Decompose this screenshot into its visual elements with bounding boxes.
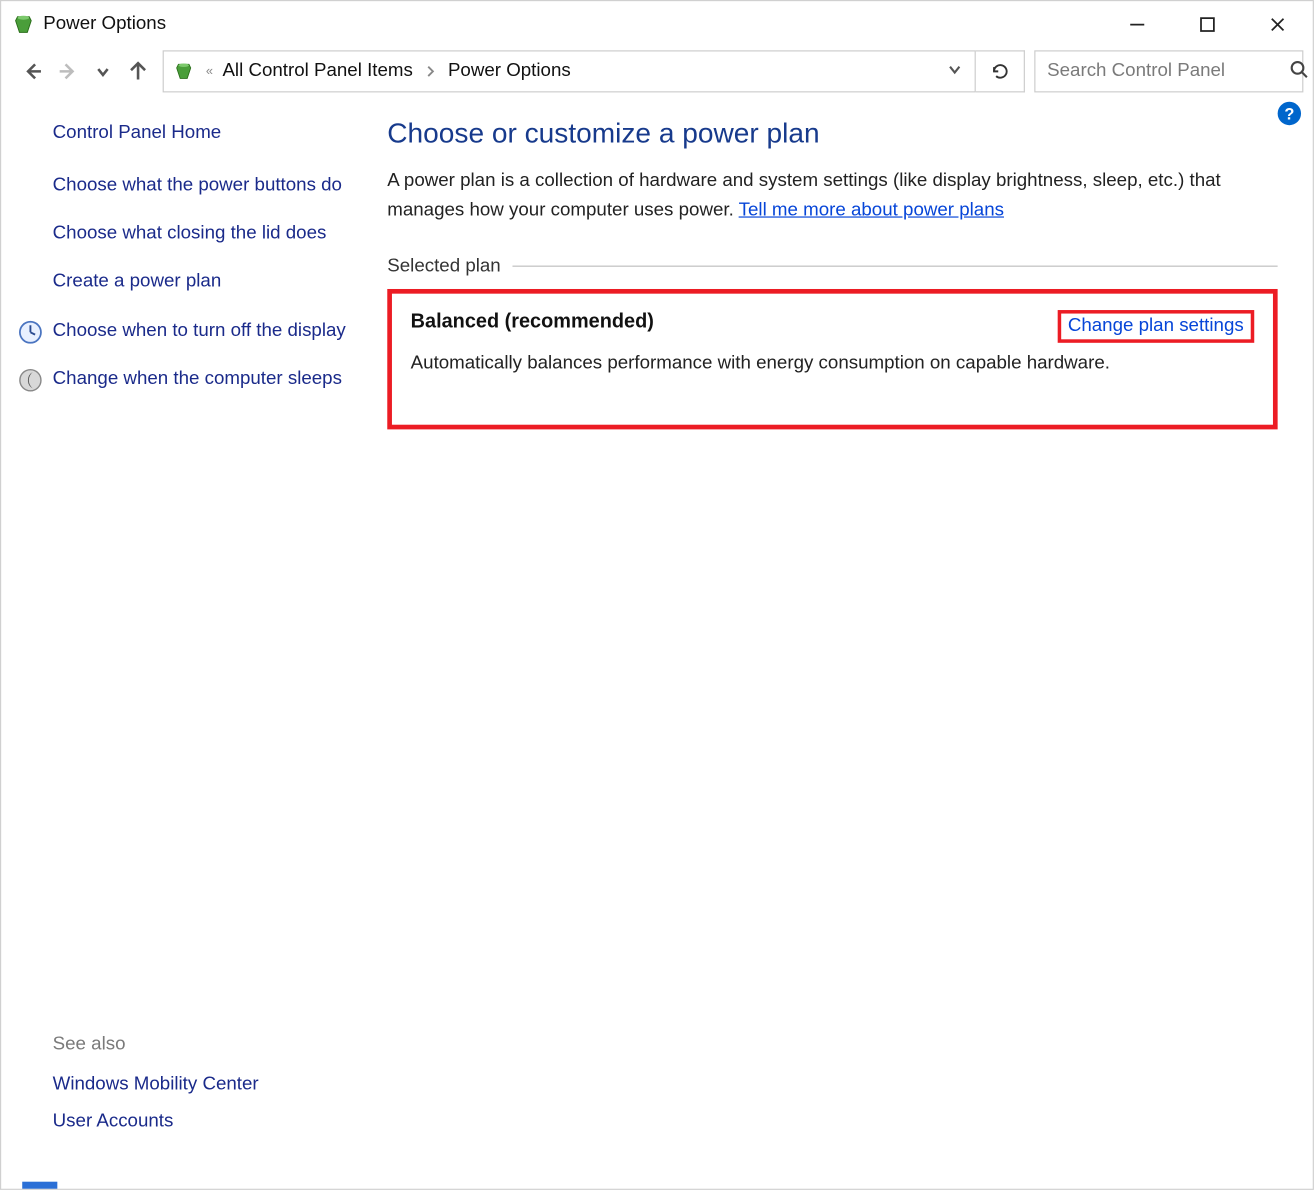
moon-icon bbox=[18, 367, 44, 393]
minimize-button[interactable] bbox=[1102, 1, 1172, 48]
control-panel-home-link[interactable]: Control Panel Home bbox=[53, 123, 353, 144]
search-box[interactable] bbox=[1034, 50, 1303, 92]
page-heading: Choose or customize a power plan bbox=[387, 118, 1277, 151]
close-button[interactable] bbox=[1243, 1, 1313, 48]
nav-up-button[interactable] bbox=[123, 56, 153, 86]
breadcrumb-item[interactable]: All Control Panel Items bbox=[222, 61, 412, 82]
help-button[interactable]: ? bbox=[1278, 102, 1301, 125]
selected-plan-box: Balanced (recommended) Change plan setti… bbox=[387, 289, 1277, 429]
nav-bar: « All Control Panel Items Power Options bbox=[1, 48, 1313, 95]
see-also-user-accounts[interactable]: User Accounts bbox=[53, 1112, 353, 1133]
tell-me-more-link[interactable]: Tell me more about power plans bbox=[739, 200, 1004, 220]
taskbar-fragment bbox=[22, 1182, 57, 1189]
address-bar[interactable]: « All Control Panel Items Power Options bbox=[163, 50, 976, 92]
sidebar-link-computer-sleeps[interactable]: Change when the computer sleeps bbox=[53, 365, 353, 392]
see-also-label: See also bbox=[53, 1034, 353, 1055]
sidebar-link-turn-off-display[interactable]: Choose when to turn off the display bbox=[53, 317, 353, 344]
sidebar-link-power-buttons[interactable]: Choose what the power buttons do bbox=[53, 172, 353, 199]
window-title: Power Options bbox=[43, 14, 166, 35]
sidebar-link-closing-lid[interactable]: Choose what closing the lid does bbox=[53, 220, 353, 247]
clock-icon bbox=[18, 319, 44, 345]
nav-history-dropdown[interactable] bbox=[88, 56, 118, 86]
power-options-icon bbox=[171, 58, 197, 84]
page-description: A power plan is a collection of hardware… bbox=[387, 167, 1277, 225]
main-content: Choose or customize a power plan A power… bbox=[364, 106, 1313, 1188]
search-icon[interactable] bbox=[1289, 60, 1308, 83]
change-plan-settings-link[interactable]: Change plan settings bbox=[1057, 310, 1254, 343]
breadcrumb-overflow-icon[interactable]: « bbox=[206, 64, 213, 78]
title-bar: Power Options bbox=[1, 1, 1313, 48]
plan-description: Automatically balances performance with … bbox=[411, 349, 1187, 377]
sidebar-link-create-plan[interactable]: Create a power plan bbox=[53, 268, 353, 295]
plan-name: Balanced (recommended) bbox=[411, 310, 654, 333]
breadcrumb-item[interactable]: Power Options bbox=[448, 61, 571, 82]
nav-back-button[interactable] bbox=[18, 56, 48, 86]
sidebar: Control Panel Home Choose what the power… bbox=[1, 106, 364, 1188]
address-dropdown-icon[interactable] bbox=[947, 61, 963, 82]
maximize-button[interactable] bbox=[1172, 1, 1242, 48]
section-label: Selected plan bbox=[387, 256, 500, 277]
nav-forward-button[interactable] bbox=[53, 56, 83, 86]
help-icon: ? bbox=[1284, 104, 1294, 123]
see-also-mobility-center[interactable]: Windows Mobility Center bbox=[53, 1074, 353, 1095]
power-options-icon bbox=[11, 12, 37, 38]
chevron-right-icon bbox=[425, 66, 437, 78]
refresh-button[interactable] bbox=[976, 50, 1025, 92]
section-divider bbox=[512, 266, 1277, 267]
search-input[interactable] bbox=[1047, 61, 1289, 82]
